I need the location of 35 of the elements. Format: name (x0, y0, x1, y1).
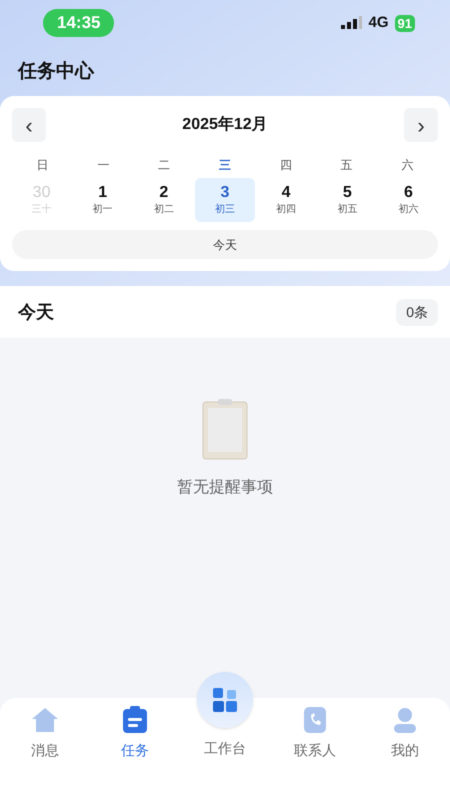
weekday-label: 日 (36, 157, 48, 174)
phone-book-icon (302, 706, 328, 734)
weekday-label: 二 (158, 157, 170, 174)
count-badge: 0条 (396, 298, 438, 326)
page-title: 任务中心 (16, 60, 96, 84)
person-icon (392, 706, 418, 734)
weekday-label: 六 (402, 157, 414, 174)
month-label: 2025年12月 (182, 114, 268, 135)
section-title: 今天 (18, 300, 54, 324)
clipboard-icon (122, 706, 148, 734)
signal-icon (340, 16, 363, 30)
blocks-icon (197, 672, 253, 728)
weekday-label: 一 (97, 157, 110, 174)
previous-month-button[interactable]: ‹ (12, 108, 46, 142)
clipboard-icon (202, 398, 248, 460)
weekday-label: 三 (218, 157, 231, 174)
tab-item[interactable]: 联系人 (270, 706, 360, 761)
status-time: 14:35 (43, 9, 114, 37)
day-cell[interactable]: 2 初二 (134, 178, 194, 222)
weekday-label: 五 (340, 157, 353, 174)
tab-item[interactable]: 消息 (0, 706, 90, 761)
tab-item[interactable]: 工作台 (180, 672, 270, 759)
next-month-button[interactable]: › (404, 108, 438, 142)
tab-item[interactable]: 我的 (360, 706, 450, 761)
day-cell[interactable]: 4 初四 (256, 178, 316, 222)
day-cell[interactable]: 6 初六 (378, 178, 438, 222)
empty-message: 暂无提醒事项 (177, 478, 273, 498)
today-button[interactable]: 今天 (12, 230, 438, 259)
day-cell[interactable]: 5 初五 (318, 178, 377, 222)
network-label: 4G (368, 12, 389, 33)
house-icon (31, 706, 59, 734)
tab-item[interactable]: 任务 (90, 706, 180, 761)
day-cell[interactable]: 1 初一 (73, 178, 132, 222)
weekday-label: 四 (280, 157, 292, 174)
day-cell[interactable]: 3 初三 (195, 178, 255, 222)
